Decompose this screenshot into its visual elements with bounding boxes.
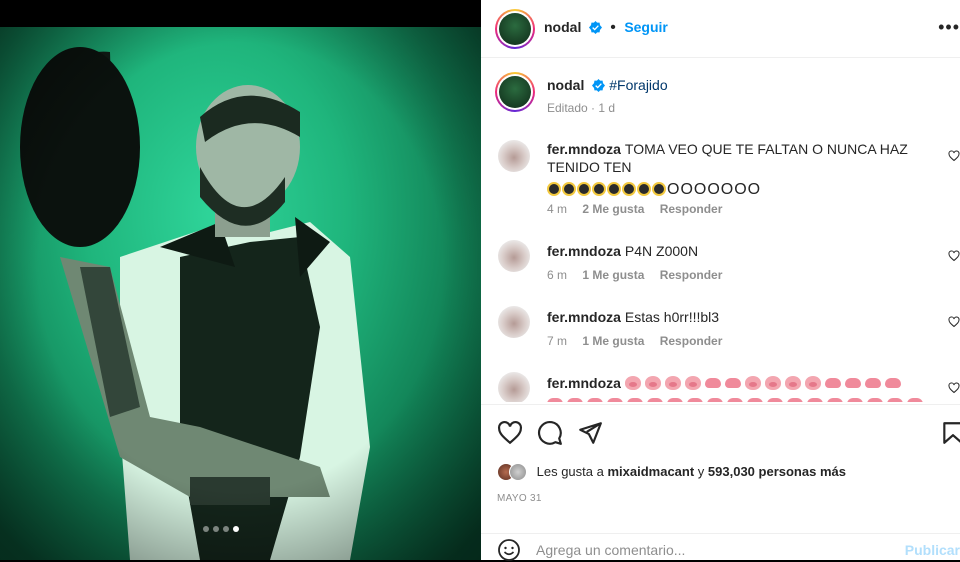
reply-button[interactable]: Responder	[660, 268, 723, 282]
comment-avatar[interactable]	[498, 306, 530, 338]
caption-time[interactable]: 1 d	[598, 101, 615, 115]
comment-time[interactable]: 4 m	[547, 202, 567, 216]
comment-bubble-icon[interactable]	[537, 420, 563, 446]
like-heart-icon[interactable]	[497, 420, 523, 446]
likes-prefix: Les gusta a	[536, 464, 604, 479]
comment-emoji-row: OOOOOOO	[547, 180, 937, 199]
post-date[interactable]: MAYO 31	[497, 493, 542, 504]
likes-connector: y	[697, 464, 705, 479]
carousel-dot	[213, 526, 219, 532]
carousel-dot-active	[233, 526, 239, 532]
carousel-dot	[203, 526, 209, 532]
edited-label: Editado	[547, 101, 588, 115]
comment-time[interactable]: 6 m	[547, 268, 567, 282]
more-options-icon[interactable]: •••	[938, 17, 960, 38]
verified-icon	[591, 79, 605, 92]
caption-meta: Editado · 1 d	[547, 101, 616, 115]
reply-button[interactable]: Responder	[660, 334, 723, 348]
comment-body: fer.mndoza P4N Z000N	[547, 242, 937, 260]
caption-line: nodal #Forajido	[547, 77, 668, 95]
liker-avatar	[509, 463, 527, 481]
comment-body: fer.mndoza TOMA VEO QUE TE FALTAN O NUNCA…	[547, 140, 937, 199]
comment-likes[interactable]: 1 Me gusta	[582, 268, 644, 282]
author-username[interactable]: nodal	[544, 19, 581, 35]
comment-avatar[interactable]	[498, 372, 530, 402]
post-side-panel: nodal • Seguir ••• nodal #Forajido Edita…	[481, 0, 960, 561]
emoji-smiley-icon[interactable]	[497, 538, 521, 562]
comment-meta: 4 m 2 Me gusta Responder	[547, 202, 734, 216]
comment-likes[interactable]: 1 Me gusta	[582, 334, 644, 348]
photo-illustration	[0, 27, 481, 560]
comment-input[interactable]: Agrega un comentario...	[536, 542, 685, 558]
publish-button[interactable]: Publicar	[905, 542, 960, 558]
comment-avatar[interactable]	[498, 240, 530, 272]
follow-button[interactable]: Seguir	[624, 19, 668, 35]
post-modal: nodal • Seguir ••• nodal #Forajido Edita…	[0, 0, 960, 561]
save-bookmark-icon[interactable]	[940, 420, 960, 446]
post-photo[interactable]	[0, 27, 481, 560]
post-actions: Les gusta a mixaidmacant y 593,030 perso…	[481, 404, 960, 561]
caption-hashtag[interactable]: #Forajido	[609, 77, 667, 93]
comment-username[interactable]: fer.mndoza	[547, 309, 621, 325]
pig-emoji-row-2	[547, 394, 937, 402]
liker-username[interactable]: mixaidmacant	[607, 464, 694, 479]
heart-icon[interactable]	[948, 250, 960, 262]
comment-likes[interactable]: 2 Me gusta	[582, 202, 644, 216]
separator-dot: •	[610, 19, 616, 36]
carousel-indicator	[203, 526, 239, 532]
comment-username[interactable]: fer.mndoza	[547, 141, 621, 157]
comment-text: P4N Z000N	[624, 243, 699, 259]
comment-meta: 7 m 1 Me gusta Responder	[547, 334, 734, 348]
comment-username[interactable]: fer.mndoza	[547, 375, 621, 391]
likes-count[interactable]: 593,030 personas más	[708, 464, 846, 479]
header-author: nodal • Seguir	[544, 19, 668, 37]
comment-text: Estas h0rr!!!bl3	[624, 309, 720, 325]
carousel-dot	[223, 526, 229, 532]
verified-icon	[588, 21, 602, 34]
add-comment-bar: Agrega un comentario... Publicar	[481, 533, 960, 561]
pig-emoji-row	[624, 375, 905, 391]
caption-avatar[interactable]	[495, 72, 535, 112]
comment-meta: 6 m 1 Me gusta Responder	[547, 268, 734, 282]
comment-avatar[interactable]	[498, 140, 530, 172]
comment-username[interactable]: fer.mndoza	[547, 243, 621, 259]
share-send-icon[interactable]	[577, 420, 603, 446]
post-header: nodal • Seguir •••	[481, 0, 960, 58]
comment-body: fer.mndoza	[547, 374, 937, 402]
heart-icon[interactable]	[948, 316, 960, 328]
caption-username[interactable]: nodal	[547, 77, 584, 93]
likes-summary: Les gusta a mixaidmacant y 593,030 perso…	[497, 463, 846, 481]
reply-button[interactable]: Responder	[660, 202, 723, 216]
comments-list: fer.mndoza TOMA VEO QUE TE FALTAN O NUNCA…	[481, 128, 960, 402]
author-avatar[interactable]	[495, 9, 535, 49]
heart-icon[interactable]	[948, 150, 960, 162]
post-media	[0, 0, 481, 560]
heart-icon[interactable]	[948, 382, 960, 394]
comment-time[interactable]: 7 m	[547, 334, 567, 348]
comment-body: fer.mndoza Estas h0rr!!!bl3	[547, 308, 937, 326]
